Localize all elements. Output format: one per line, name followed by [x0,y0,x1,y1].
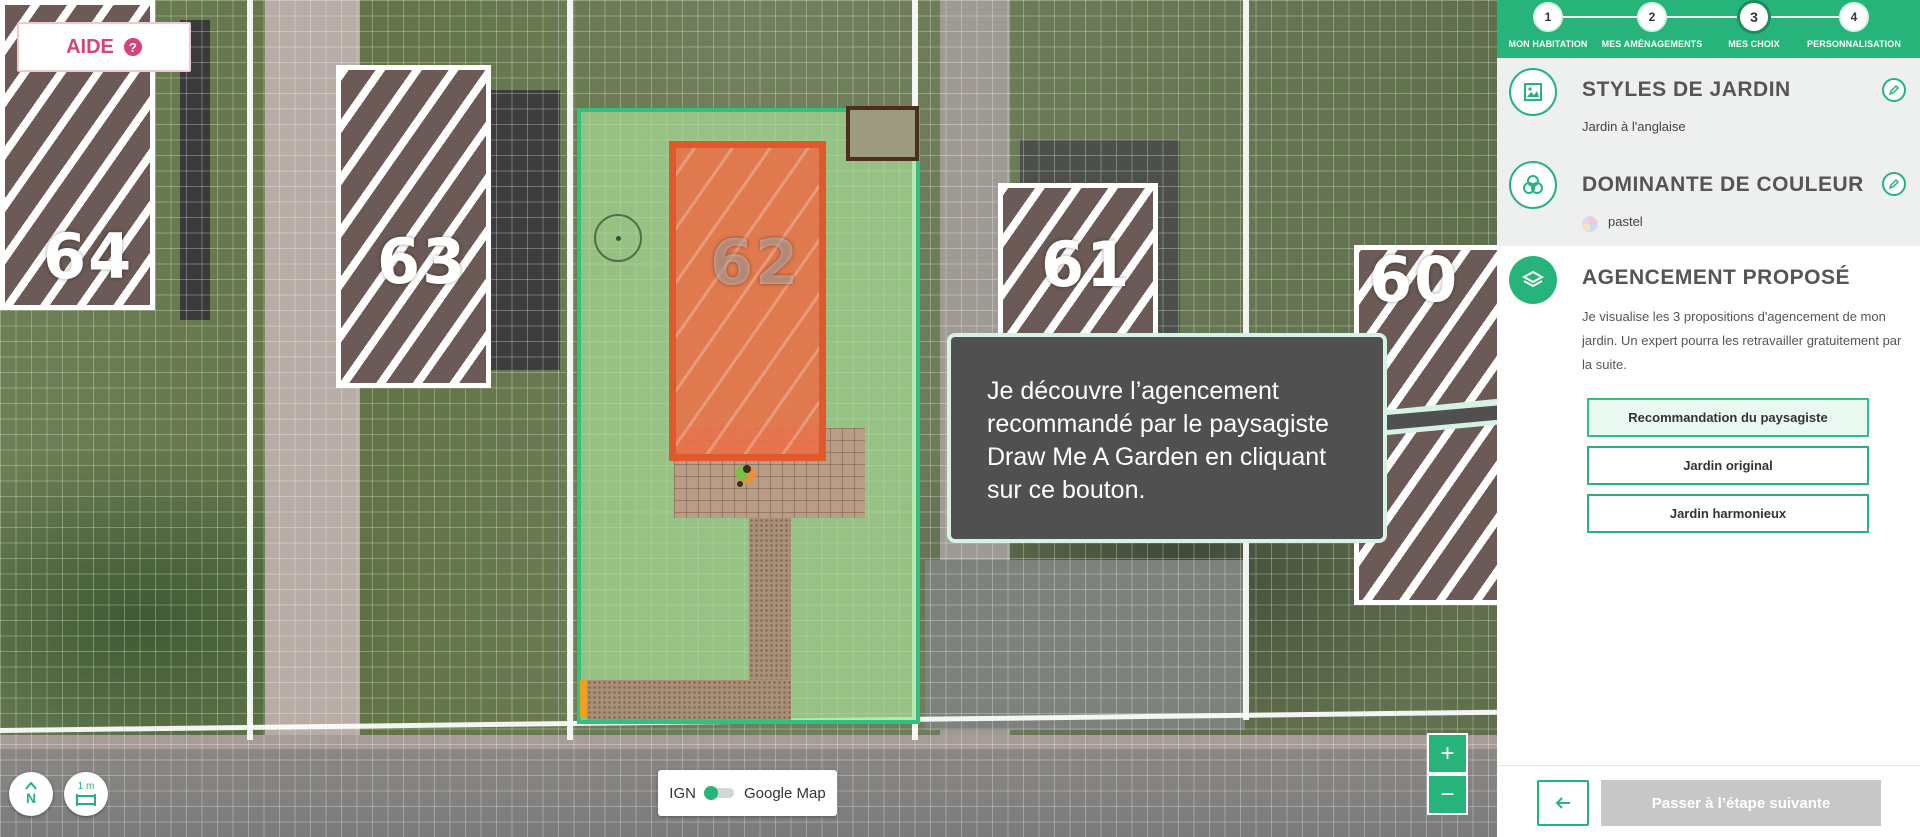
color-section: DOMINANTE DE COULEUR pastel [1497,151,1920,246]
harmonious-garden-button[interactable]: Jardin harmonieux [1587,494,1869,533]
section-value: pastel [1608,214,1643,229]
edit-color-button[interactable] [1882,172,1906,196]
step-4[interactable]: 4 PERSONNALISATION [1802,0,1906,49]
layers-icon [1509,256,1557,304]
person-icon [736,465,756,487]
plot-number: 63 [377,225,468,298]
zoom-in-button[interactable]: + [1427,733,1468,774]
step-number: 4 [1839,2,1869,32]
sun-position-marker[interactable] [594,214,642,262]
step-label: MON HABITATION [1508,39,1588,49]
pencil-icon [1888,84,1900,96]
garden-shed[interactable] [846,106,919,161]
pencil-icon [1888,178,1900,190]
section-title: AGENCEMENT PROPOSÉ [1582,266,1851,289]
north-compass[interactable]: N [9,772,53,816]
garden-style-section: STYLES DE JARDIN Jardin à l'anglaise [1497,58,1920,151]
step-number: 2 [1637,2,1667,32]
step-label: MES AMÉNAGEMENTS [1601,39,1703,49]
section-value: Jardin à l'anglaise [1582,119,1686,134]
step-number: 1 [1533,2,1563,32]
sidebar: 1 MON HABITATION 2 MES AMÉNAGEMENTS 3 ME… [1497,0,1920,837]
scale-icon [76,793,96,806]
plot-number: 61 [1041,228,1132,301]
back-button[interactable] [1537,780,1589,826]
step-label: MES CHOIX [1728,39,1780,49]
map-layer-toggle: IGN Google Map [658,770,837,816]
layout-section: AGENCEMENT PROPOSÉ Je visualise les 3 pr… [1497,246,1920,766]
gate-marker [580,680,587,718]
step-label: PERSONNALISATION [1807,39,1901,49]
step-1[interactable]: 1 MON HABITATION [1496,0,1600,49]
progress-stepper: 1 MON HABITATION 2 MES AMÉNAGEMENTS 3 ME… [1497,0,1920,58]
help-button[interactable]: AIDE ? [17,22,191,72]
tooltip-text: Je découvre l’agencement recommandé par … [987,377,1329,504]
section-description: Je visualise les 3 propositions d'agence… [1582,309,1902,372]
edit-style-button[interactable] [1882,78,1906,102]
step-number: 3 [1737,0,1771,34]
onboarding-tooltip: Je découvre l’agencement recommandé par … [947,333,1387,543]
recommendation-button[interactable]: Recommandation du paysagiste [1587,398,1869,437]
layer-google-label[interactable]: Google Map [744,785,826,802]
fence [247,0,253,740]
gravel-path[interactable] [587,680,791,720]
house-62[interactable]: 62 [669,141,826,461]
north-label: N [25,790,37,806]
image-icon [1509,68,1557,116]
section-title: STYLES DE JARDIN [1582,78,1791,101]
scale-indicator[interactable]: 1 m [64,772,108,816]
fence [567,0,573,740]
north-arrow-icon [25,782,37,790]
plot-number: 60 [1369,243,1460,316]
sidebar-footer: Passer à l’étape suivante [1497,765,1920,837]
original-garden-button[interactable]: Jardin original [1587,446,1869,485]
section-title: DOMINANTE DE COULEUR [1582,173,1864,196]
layer-ign-label[interactable]: IGN [669,785,696,802]
layer-switch[interactable] [703,786,734,800]
plot-number: 62 [710,226,801,299]
arrow-left-icon [1555,797,1570,809]
step-2[interactable]: 2 MES AMÉNAGEMENTS [1600,0,1704,49]
color-swatch [1582,216,1598,232]
house-63: 63 [336,65,491,388]
question-icon: ? [123,38,142,56]
zoom-out-button[interactable]: − [1427,774,1468,815]
next-step-button[interactable]: Passer à l’étape suivante [1601,780,1881,826]
color-circles-icon [1509,161,1557,209]
help-label: AIDE [66,35,114,58]
scale-label: 1 m [77,780,95,792]
plot-number: 64 [43,220,134,293]
step-3[interactable]: 3 MES CHOIX [1702,0,1806,49]
